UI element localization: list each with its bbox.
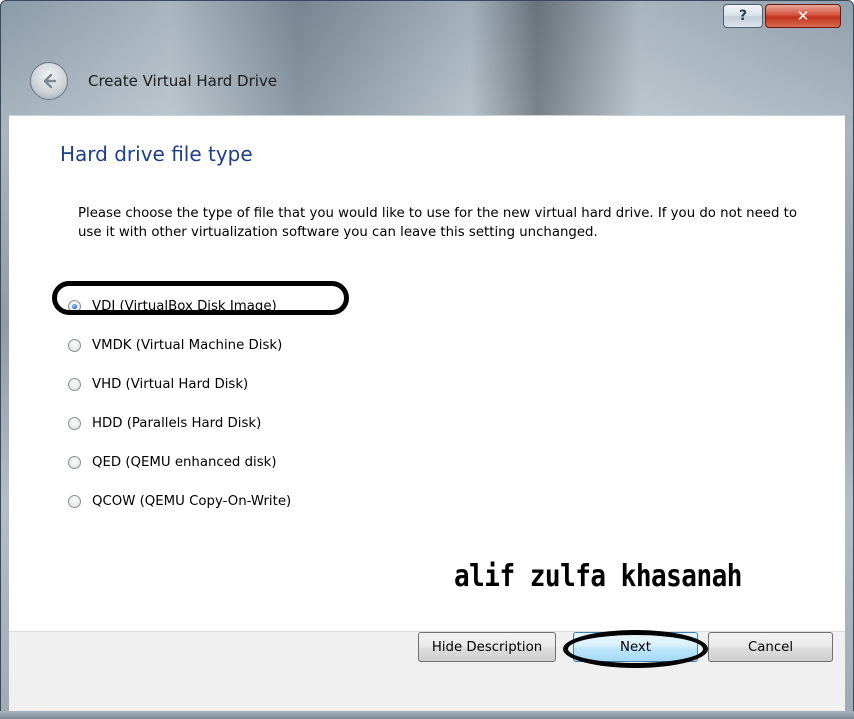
help-icon: ?: [738, 8, 748, 24]
file-type-options: VDI (VirtualBox Disk Image) VMDK (Virtua…: [68, 287, 291, 521]
back-button[interactable]: [30, 62, 68, 100]
help-button[interactable]: ?: [723, 4, 763, 28]
option-label: VHD (Virtual Hard Disk): [92, 377, 249, 392]
description-text: Please choose the type of file that you …: [78, 206, 797, 240]
option-label: VDI (VirtualBox Disk Image): [92, 299, 277, 314]
next-button[interactable]: Next: [573, 632, 698, 662]
option-label: VMDK (Virtual Machine Disk): [92, 338, 283, 353]
radio-button[interactable]: [68, 456, 81, 469]
option-label: QED (QEMU enhanced disk): [92, 455, 277, 470]
window-title: Create Virtual Hard Drive: [88, 72, 278, 90]
radio-button[interactable]: [68, 339, 81, 352]
option-label: QCOW (QEMU Copy-On-Write): [92, 494, 292, 509]
hide-description-button[interactable]: Hide Description: [418, 632, 556, 662]
option-vmdk[interactable]: VMDK (Virtual Machine Disk): [68, 326, 291, 365]
option-hdd[interactable]: HDD (Parallels Hard Disk): [68, 404, 291, 443]
radio-button[interactable]: [68, 300, 81, 313]
option-vdi[interactable]: VDI (VirtualBox Disk Image): [68, 287, 291, 326]
radio-button[interactable]: [68, 495, 81, 508]
window-bottom-border: [0, 711, 854, 719]
option-label: HDD (Parallels Hard Disk): [92, 416, 262, 431]
radio-button[interactable]: [68, 378, 81, 391]
author-watermark: alif zulfa khasanah: [454, 559, 742, 595]
option-qed[interactable]: QED (QEMU enhanced disk): [68, 443, 291, 482]
close-icon: ✕: [796, 7, 810, 25]
option-vhd[interactable]: VHD (Virtual Hard Disk): [68, 365, 291, 404]
page-title: Hard drive file type: [60, 142, 253, 166]
option-qcow[interactable]: QCOW (QEMU Copy-On-Write): [68, 482, 291, 521]
cancel-button[interactable]: Cancel: [708, 632, 833, 662]
close-button[interactable]: ✕: [765, 4, 841, 28]
back-arrow-icon: [43, 73, 57, 89]
radio-button[interactable]: [68, 417, 81, 430]
